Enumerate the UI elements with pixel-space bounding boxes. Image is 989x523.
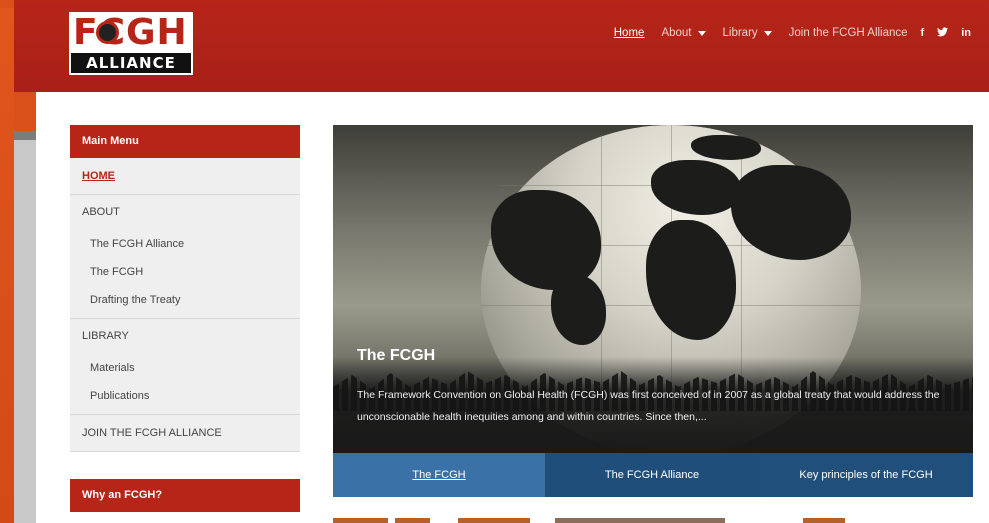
main-menu: Main Menu HOME ABOUT The FCGH Alliance T… — [70, 125, 300, 452]
continent-americas — [491, 190, 601, 290]
logo-wordmark: FCGH — [71, 14, 191, 52]
tab-fcgh-alliance[interactable]: The FCGH Alliance — [545, 453, 759, 497]
menu-item-library[interactable]: LIBRARY — [70, 319, 300, 354]
continent-south-america — [551, 275, 606, 345]
menu-group-library: LIBRARY Materials Publications — [70, 319, 300, 415]
hero-title[interactable]: The FCGH — [357, 347, 435, 365]
continent-africa — [646, 220, 736, 340]
menu-item-join[interactable]: JOIN THE FCGH ALLIANCE — [70, 415, 300, 452]
side-gutter-accent — [14, 131, 36, 140]
thumbnail[interactable] — [555, 518, 725, 523]
caret-down-icon — [763, 30, 772, 36]
site-logo[interactable]: FCGH ALLIANCE — [69, 12, 193, 75]
menu-item-fcgh-alliance[interactable]: The FCGH Alliance — [70, 230, 300, 258]
top-nav: Home About Library Join the FCGH Allianc… — [614, 24, 971, 42]
tab-key-principles[interactable]: Key principles of the FCGH — [759, 453, 973, 497]
nav-library-label: Library — [722, 27, 758, 39]
twitter-icon[interactable] — [937, 26, 949, 40]
hero-slide[interactable]: The FCGH The Framework Convention on Glo… — [333, 125, 973, 453]
continent-europe — [651, 160, 741, 215]
linkedin-icon[interactable]: in — [961, 27, 971, 39]
thumbnail[interactable] — [803, 518, 845, 523]
caret-down-icon — [697, 30, 706, 36]
thumbnail[interactable] — [458, 518, 530, 523]
menu-item-the-fcgh[interactable]: The FCGH — [70, 258, 300, 286]
facebook-icon[interactable]: f — [921, 27, 925, 39]
nav-library[interactable]: Library — [723, 27, 772, 39]
nav-join[interactable]: Join the FCGH Alliance — [789, 27, 908, 39]
main-menu-title: Main Menu — [70, 125, 300, 158]
globe-icon — [96, 21, 119, 44]
thumbnail[interactable] — [395, 518, 430, 523]
nav-about-label: About — [661, 27, 692, 39]
outer-frame — [0, 0, 14, 523]
menu-item-home[interactable]: HOME — [70, 158, 300, 195]
nav-about[interactable]: About — [661, 27, 706, 39]
main-menu-list: HOME ABOUT The FCGH Alliance The FCGH Dr… — [70, 158, 300, 452]
continent-arctic — [691, 135, 761, 160]
menu-item-about[interactable]: ABOUT — [70, 195, 300, 230]
thumbnail[interactable] — [333, 518, 388, 523]
logo-subtitle: ALLIANCE — [71, 53, 191, 73]
menu-item-publications[interactable]: Publications — [70, 382, 300, 410]
hero-tabs: The FCGH The FCGH Alliance Key principle… — [333, 453, 973, 497]
menu-item-drafting-treaty[interactable]: Drafting the Treaty — [70, 286, 300, 314]
menu-item-materials[interactable]: Materials — [70, 354, 300, 382]
hero-description: The Framework Convention on Global Healt… — [357, 389, 940, 423]
tab-the-fcgh[interactable]: The FCGH — [333, 453, 545, 497]
side-gutter — [14, 131, 36, 523]
content-thumbnails — [333, 518, 973, 523]
why-fcgh-title: Why an FCGH? — [70, 479, 300, 512]
menu-group-about: ABOUT The FCGH Alliance The FCGH Draftin… — [70, 195, 300, 319]
nav-home[interactable]: Home — [614, 27, 645, 39]
